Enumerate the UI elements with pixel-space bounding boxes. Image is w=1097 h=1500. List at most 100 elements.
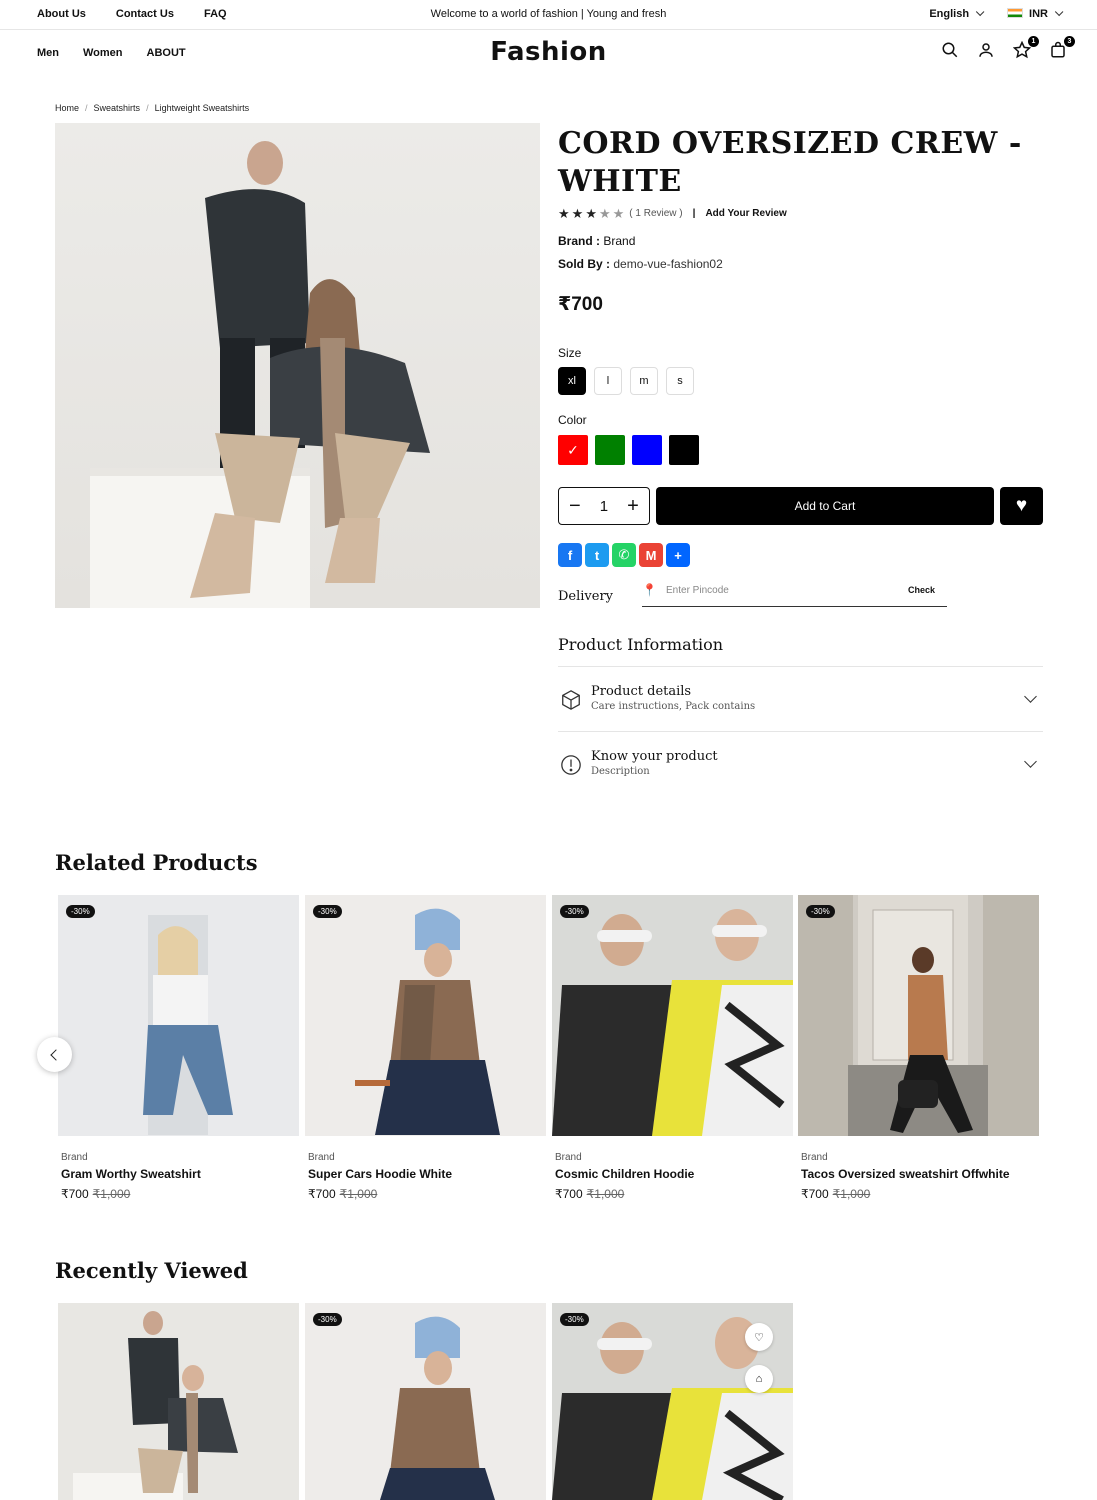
twitter-icon[interactable]: t xyxy=(585,543,609,567)
cart-count-badge: 3 xyxy=(1064,36,1075,47)
product-image[interactable]: -30% xyxy=(798,895,1039,1136)
product-card[interactable]: -30% Brand Gram Worthy Sweatshirt ₹700 ₹1… xyxy=(58,895,299,1201)
product-card[interactable]: -30% Brand Cosmic Children Hoodie ₹700 ₹1… xyxy=(552,895,793,1201)
site-logo[interactable]: Fashion xyxy=(0,37,1097,67)
india-flag-icon xyxy=(1007,8,1024,18)
product-price: ₹700 xyxy=(308,1187,336,1201)
wishlist-count-badge: 1 xyxy=(1028,36,1039,47)
carousel-prev-button[interactable] xyxy=(37,1037,72,1072)
facebook-icon[interactable]: f xyxy=(558,543,582,567)
discount-badge: -30% xyxy=(66,905,95,918)
discount-badge: -30% xyxy=(560,1313,589,1326)
product-brand: Brand xyxy=(61,1152,88,1163)
product-price: ₹700 xyxy=(555,1187,583,1201)
quick-add-cart-button[interactable]: ⌂ xyxy=(745,1365,773,1393)
product-price: ₹700 xyxy=(61,1187,89,1201)
product-name[interactable]: Tacos Oversized sweatshirt Offwhite xyxy=(798,1167,1039,1181)
divider: | xyxy=(692,208,696,219)
accordion-product-details[interactable]: Product details Care instructions, Pack … xyxy=(558,667,1043,732)
color-label: Color xyxy=(558,413,587,427)
product-image[interactable]: -30% xyxy=(305,1303,546,1500)
star-icon: ★ xyxy=(612,206,625,221)
breadcrumb: Home / Sweatshirts / Lightweight Sweatsh… xyxy=(55,103,249,113)
product-card[interactable]: -30% ♡ ⌂ xyxy=(552,1303,793,1500)
star-icon: ★ xyxy=(598,206,611,221)
color-swatch-green[interactable] xyxy=(595,435,625,465)
whatsapp-icon[interactable]: ✆ xyxy=(612,543,636,567)
accordion-know-your-product[interactable]: Know your product Description xyxy=(558,732,1043,797)
discount-badge: -30% xyxy=(313,1313,342,1326)
product-price: ₹700 xyxy=(558,294,603,315)
pincode-field[interactable]: 📍 Enter Pincode Check xyxy=(642,581,947,607)
chevron-down-icon xyxy=(1024,690,1037,703)
gmail-icon[interactable]: M xyxy=(639,543,663,567)
product-name[interactable]: Cosmic Children Hoodie xyxy=(552,1167,793,1181)
size-option-xl[interactable]: xl xyxy=(558,367,586,395)
size-option-l[interactable]: l xyxy=(594,367,622,395)
user-icon[interactable] xyxy=(977,41,997,61)
product-prices: ₹700 ₹1,000 xyxy=(58,1187,299,1201)
bag-icon: ⌂ xyxy=(755,1373,763,1385)
add-to-wishlist-button[interactable]: ♥ xyxy=(1000,487,1043,525)
size-option-s[interactable]: s xyxy=(666,367,694,395)
breadcrumb-separator: / xyxy=(85,103,88,113)
product-old-price: ₹1,000 xyxy=(339,1187,378,1201)
review-count[interactable]: ( 1 Review ) xyxy=(629,208,682,219)
color-swatch-blue[interactable] xyxy=(632,435,662,465)
search-icon[interactable] xyxy=(941,41,961,61)
product-prices: ₹700 ₹1,000 xyxy=(798,1187,1039,1201)
brand-label: Brand : xyxy=(558,234,600,248)
check-button[interactable]: Check xyxy=(908,585,935,595)
main-header: Men Women ABOUT Fashion 1 3 xyxy=(0,31,1097,76)
share-plus-icon[interactable]: + xyxy=(666,543,690,567)
currency-label: INR xyxy=(1029,8,1048,20)
pincode-input[interactable]: Enter Pincode xyxy=(666,585,729,596)
sold-by-label: Sold By : xyxy=(558,257,611,271)
chevron-down-icon xyxy=(975,7,985,17)
product-old-price: ₹1,000 xyxy=(586,1187,625,1201)
breadcrumb-sweatshirts[interactable]: Sweatshirts xyxy=(94,103,141,113)
breadcrumb-home[interactable]: Home xyxy=(55,103,79,113)
language-select[interactable]: English xyxy=(929,7,985,20)
related-products-title: Related Products xyxy=(55,850,258,875)
color-swatch-red[interactable]: ✓ xyxy=(558,435,588,465)
recently-viewed-title: Recently Viewed xyxy=(55,1258,248,1283)
product-image[interactable]: -30% xyxy=(552,895,793,1136)
minus-icon[interactable]: − xyxy=(569,495,581,518)
size-option-m[interactable]: m xyxy=(630,367,658,395)
star-icon: ★ xyxy=(571,206,584,221)
product-main-image[interactable] xyxy=(55,123,540,608)
product-card[interactable]: -30% Brand Tacos Oversized sweatshirt Of… xyxy=(798,895,1039,1201)
share-buttons: f t ✆ M + xyxy=(558,543,1043,567)
cart-icon[interactable]: 3 xyxy=(1049,36,1075,61)
product-image[interactable]: -30% ♡ ⌂ xyxy=(552,1303,793,1500)
product-card[interactable]: -30% xyxy=(305,1303,546,1500)
currency-select[interactable]: INR xyxy=(1007,7,1064,20)
wishlist-heart-button[interactable]: ♡ xyxy=(745,1323,773,1351)
product-old-price: ₹1,000 xyxy=(832,1187,871,1201)
product-name[interactable]: Super Cars Hoodie White xyxy=(305,1167,546,1181)
heart-outline-icon: ♡ xyxy=(754,1331,764,1344)
chevron-down-icon xyxy=(1024,755,1037,768)
add-review-link[interactable]: Add Your Review xyxy=(705,208,786,219)
product-title: CORD OVERSIZED CREW - WHITE xyxy=(558,126,1022,199)
product-name[interactable]: Gram Worthy Sweatshirt xyxy=(58,1167,299,1181)
star-icon: ★ xyxy=(558,206,570,221)
product-card[interactable]: -30% Brand Super Cars Hoodie White ₹700 ₹… xyxy=(305,895,546,1201)
add-to-cart-button[interactable]: Add to Cart xyxy=(655,487,995,525)
wishlist-icon[interactable]: 1 xyxy=(1012,36,1039,61)
product-image[interactable] xyxy=(58,1303,299,1500)
breadcrumb-separator: / xyxy=(146,103,149,113)
brand-value: Brand xyxy=(603,234,636,248)
quantity-value[interactable]: 1 xyxy=(600,498,608,515)
discount-badge: -30% xyxy=(806,905,835,918)
product-info-panel: CORD OVERSIZED CREW - WHITE ★ ★ ★ ★ ★ ( … xyxy=(558,125,1043,797)
chevron-left-icon xyxy=(50,1048,62,1061)
info-icon xyxy=(561,755,581,775)
accordion-title: Product details xyxy=(591,684,692,699)
product-image[interactable]: -30% xyxy=(58,895,299,1136)
product-image[interactable]: -30% xyxy=(305,895,546,1136)
color-swatch-black[interactable] xyxy=(669,435,699,465)
plus-icon[interactable]: + xyxy=(627,495,639,518)
product-card[interactable] xyxy=(58,1303,299,1500)
